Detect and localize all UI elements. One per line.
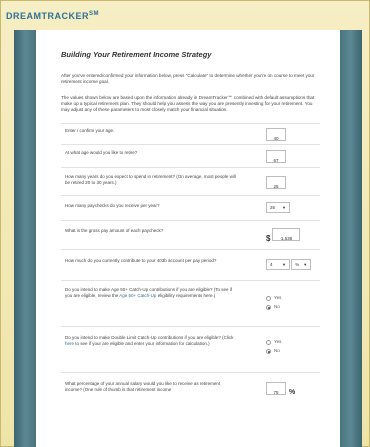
brand-name: DREAMTRACKER xyxy=(6,11,89,21)
header: DREAMTRACKERSM xyxy=(6,6,99,24)
form-row-catch-up: Do you intend to make Age 50+ Catch-Up c… xyxy=(61,281,320,328)
form-row-replacement: What percentage of your annual salary wo… xyxy=(61,373,320,413)
main-content: Building Your Retirement Income Strategy… xyxy=(36,30,340,447)
contribution-dropdown[interactable]: 4 ▼ xyxy=(266,259,290,271)
form-row-years-retired: How many years do you expect to spend in… xyxy=(61,168,320,197)
years-retired-input[interactable]: 25 xyxy=(266,176,286,190)
replacement-label: What percentage of your annual salary wo… xyxy=(65,381,221,393)
retire-age-value[interactable]: 67 xyxy=(266,150,286,164)
description-text: The values shown below are based upon th… xyxy=(61,94,315,113)
content-body: Building Your Retirement Income Strategy… xyxy=(61,50,320,413)
form-row-gross-pay: What is the gross pay amount of each pay… xyxy=(61,221,320,251)
form-row-age: Enter / confirm your age. 40 xyxy=(61,124,320,146)
double-limit-yes-radio[interactable]: Yes xyxy=(266,339,281,345)
form-row-double-limit: Do you intend to make Double Limit Catch… xyxy=(61,327,320,374)
double-limit-no-radio[interactable]: No xyxy=(266,348,281,354)
contribution-unit: % xyxy=(295,262,300,268)
paychecks-value: 26 xyxy=(270,205,276,211)
contribution-label: How much do you currently contribute to … xyxy=(65,258,217,264)
double-limit-label: Do you intend to make Double Limit Catch… xyxy=(65,335,237,347)
chevron-down-icon: ▼ xyxy=(303,262,308,268)
years-retired-value[interactable]: 25 xyxy=(266,176,286,190)
catch-up-no-radio[interactable]: No xyxy=(266,304,281,310)
left-panel-decoration xyxy=(14,30,36,447)
radio-icon xyxy=(266,339,271,345)
catch-up-label: Do you intend to make Age 50+ Catch-Up c… xyxy=(65,287,237,299)
form-row-paychecks: How many paychecks do you receive per ye… xyxy=(61,196,320,222)
replacement-unit: % xyxy=(289,389,296,397)
paychecks-dropdown[interactable]: 26 ▼ xyxy=(266,202,290,214)
chevron-down-icon: ▼ xyxy=(282,262,286,268)
years-retired-label: How many years do you expect to spend in… xyxy=(65,174,236,186)
gross-pay-value[interactable]: 1,538 xyxy=(272,228,301,242)
replacement-input[interactable]: 75% xyxy=(266,382,295,396)
double-limit-link[interactable]: here xyxy=(65,341,74,346)
right-panel-decoration xyxy=(340,30,362,447)
brand-mark: SM xyxy=(89,11,99,17)
replacement-value[interactable]: 75 xyxy=(266,382,286,396)
catch-up-yes-radio[interactable]: Yes xyxy=(266,295,281,301)
retire-age-label: At what age would you like to retire? xyxy=(65,150,138,156)
page-title: Building Your Retirement Income Strategy xyxy=(61,50,212,59)
form-row-contribution: How much do you currently contribute to … xyxy=(61,250,320,282)
catch-up-no-label: No xyxy=(274,304,280,310)
retirement-form: Enter / confirm your age. 40 At what age… xyxy=(61,123,320,413)
catch-up-options: Yes No xyxy=(266,295,281,313)
double-limit-options: Yes No xyxy=(266,339,281,357)
intro-text: After you've entered/confirmed your info… xyxy=(61,73,315,85)
age-value[interactable]: 40 xyxy=(266,128,286,142)
chevron-down-icon: ▼ xyxy=(282,205,286,211)
contribution-value: 4 xyxy=(270,262,273,268)
gross-pay-label: What is the gross pay amount of each pay… xyxy=(65,228,164,234)
double-limit-yes-label: Yes xyxy=(274,339,282,345)
radio-selected-icon xyxy=(266,304,271,310)
contribution-unit-dropdown[interactable]: % ▼ xyxy=(291,259,312,271)
catch-up-text-end: eligibility requirements here.) xyxy=(156,293,216,299)
contribution-input[interactable]: 4 ▼ % ▼ xyxy=(266,259,312,271)
gross-pay-input[interactable]: $1,538 xyxy=(266,228,301,244)
currency-symbol: $ xyxy=(266,234,271,244)
age-input[interactable]: 40 xyxy=(266,128,286,142)
double-limit-text-end: to see if your are eligible and enter yo… xyxy=(74,341,210,347)
retire-age-input[interactable]: 67 xyxy=(266,150,286,164)
brand-logo: DREAMTRACKERSM xyxy=(6,11,99,21)
double-limit-text: Do you intend to make Double Limit Catch… xyxy=(65,335,234,341)
radio-selected-icon xyxy=(266,348,271,354)
catch-up-yes-label: Yes xyxy=(274,295,282,301)
paychecks-label: How many paychecks do you receive per ye… xyxy=(65,203,160,209)
paychecks-select[interactable]: 26 ▼ xyxy=(266,202,290,214)
age-label: Enter / confirm your age. xyxy=(65,128,115,134)
form-row-retire-age: At what age would you like to retire? 67 xyxy=(61,145,320,169)
catch-up-link[interactable]: Age 50+ Catch-Up xyxy=(119,293,156,298)
radio-icon xyxy=(266,295,271,301)
double-limit-no-label: No xyxy=(274,348,280,354)
